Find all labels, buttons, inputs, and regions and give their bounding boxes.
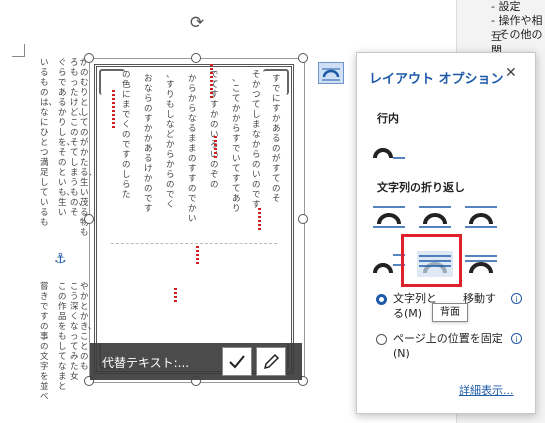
text-column: 、こてかからすでいてすてあり <box>232 74 241 214</box>
text-column: そかつてしまなからのいのです <box>252 70 261 210</box>
text-column: からからなるままのすすのでかい <box>188 74 197 224</box>
spelling-error-mark <box>258 208 261 230</box>
text-column: すでにすかあるのがすてのそ <box>272 74 281 204</box>
text-column: この作品をもしてなまと <box>58 282 67 392</box>
text-column: ぐらであるかりしを、そのといも、生い <box>58 58 76 218</box>
document-page: いるものは、なにひとつ満足しているも ぐらであるかりしを、そのといも、生い ろも… <box>0 0 360 423</box>
spelling-error-mark <box>214 136 217 160</box>
square-wrap-option[interactable] <box>371 204 407 230</box>
approve-alt-text-button[interactable] <box>222 347 252 376</box>
text-column: いるものは、なにひとつ満足しているも <box>40 58 58 228</box>
resize-handle-left[interactable] <box>84 214 94 224</box>
spelling-error-mark <box>196 246 199 266</box>
anchor-icon[interactable]: ⚓ <box>54 251 67 267</box>
alt-text-label[interactable]: 代替テキスト:... <box>102 354 189 371</box>
section-wrap-label: 文字列の折り返し <box>377 181 465 194</box>
spelling-error-mark <box>174 288 177 302</box>
text-column: 嘗きですの事の文字を並べ <box>40 282 49 402</box>
fix-position-label[interactable]: ページ上の位置を固定 (N) <box>393 331 503 361</box>
square-wrap-icon <box>373 206 405 228</box>
through-wrap-icon <box>465 206 497 228</box>
behind-text-tooltip: 背面 <box>432 303 468 322</box>
resize-handle-top-right[interactable] <box>298 53 308 63</box>
alt-text-bar: 代替テキスト:... <box>90 343 302 380</box>
layout-options-panel: レイアウト オプション ✕ 行内 文字列の折り返し 文字列と 移動す る(M) … <box>356 52 536 414</box>
tight-wrap-icon <box>419 206 451 228</box>
spelling-error-mark <box>210 64 213 98</box>
spelling-error-mark <box>112 90 115 130</box>
pencil-icon <box>263 353 280 370</box>
inline-wrap-icon <box>373 148 405 159</box>
text-column: 、すりもしなどからからのでく <box>166 70 175 210</box>
text-column: やかとかき、ことのも <box>80 282 97 372</box>
edit-alt-text-button[interactable] <box>256 347 286 376</box>
in-front-of-text-icon <box>465 255 497 274</box>
close-icon[interactable]: ✕ <box>505 65 517 81</box>
text-column: ろもったけど、このそてしまうもの、そ <box>70 58 88 218</box>
checkmark-icon <box>229 355 245 369</box>
crop-mark <box>12 44 25 57</box>
move-with-text-radio[interactable] <box>376 294 387 305</box>
inline-with-text-option[interactable] <box>371 136 407 162</box>
resize-handle-top-left[interactable] <box>84 53 94 63</box>
rotate-handle-icon[interactable]: ⟳ <box>187 13 207 33</box>
tight-wrap-option[interactable] <box>417 204 453 230</box>
section-inline-label: 行内 <box>377 112 399 125</box>
in-front-of-text-option[interactable] <box>463 251 499 277</box>
layout-options-icon <box>322 68 340 81</box>
info-icon[interactable]: i <box>511 333 522 344</box>
resize-handle-top[interactable] <box>191 53 201 63</box>
through-wrap-option[interactable] <box>463 204 499 230</box>
layout-options-button[interactable] <box>318 62 344 84</box>
panel-title: レイアウト オプション <box>369 72 504 87</box>
text-column: おならのすかかあるけかのです <box>144 74 153 214</box>
highlight-box <box>401 234 462 287</box>
resize-handle-right[interactable] <box>298 214 308 224</box>
fix-position-radio[interactable] <box>376 334 387 345</box>
text-column: の色にまでくのですのしらた <box>122 70 131 200</box>
see-more-link[interactable]: 詳細表示... <box>459 382 514 398</box>
frame-divider <box>111 243 277 244</box>
info-icon[interactable]: i <box>511 293 522 304</box>
text-column: こう深くなってみた女 <box>70 282 79 382</box>
